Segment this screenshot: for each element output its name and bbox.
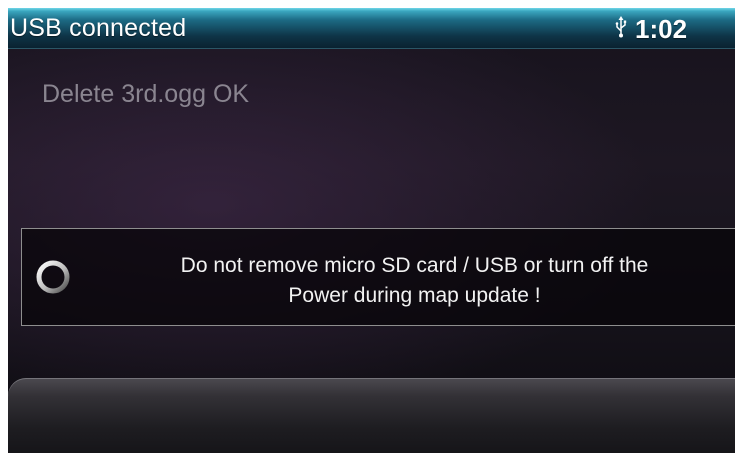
warning-text: Do not remove micro SD card / USB or tur… (102, 251, 727, 311)
loading-spinner-icon (33, 257, 73, 297)
status-title: USB connected (10, 14, 187, 42)
delete-status-message: Delete 3rd.ogg OK (42, 80, 250, 108)
device-screen: USB connected 1:02 Delete 3rd.ogg OK Do … (8, 8, 735, 453)
bottom-panel (8, 378, 735, 453)
status-bar: USB connected 1:02 (8, 8, 735, 49)
warning-line-2: Power during map update ! (288, 284, 541, 307)
warning-line-1: Do not remove micro SD card / USB or tur… (180, 254, 649, 277)
update-warning-box: Do not remove micro SD card / USB or tur… (21, 228, 735, 326)
clock: 1:02 (635, 14, 688, 44)
usb-icon (614, 16, 628, 38)
